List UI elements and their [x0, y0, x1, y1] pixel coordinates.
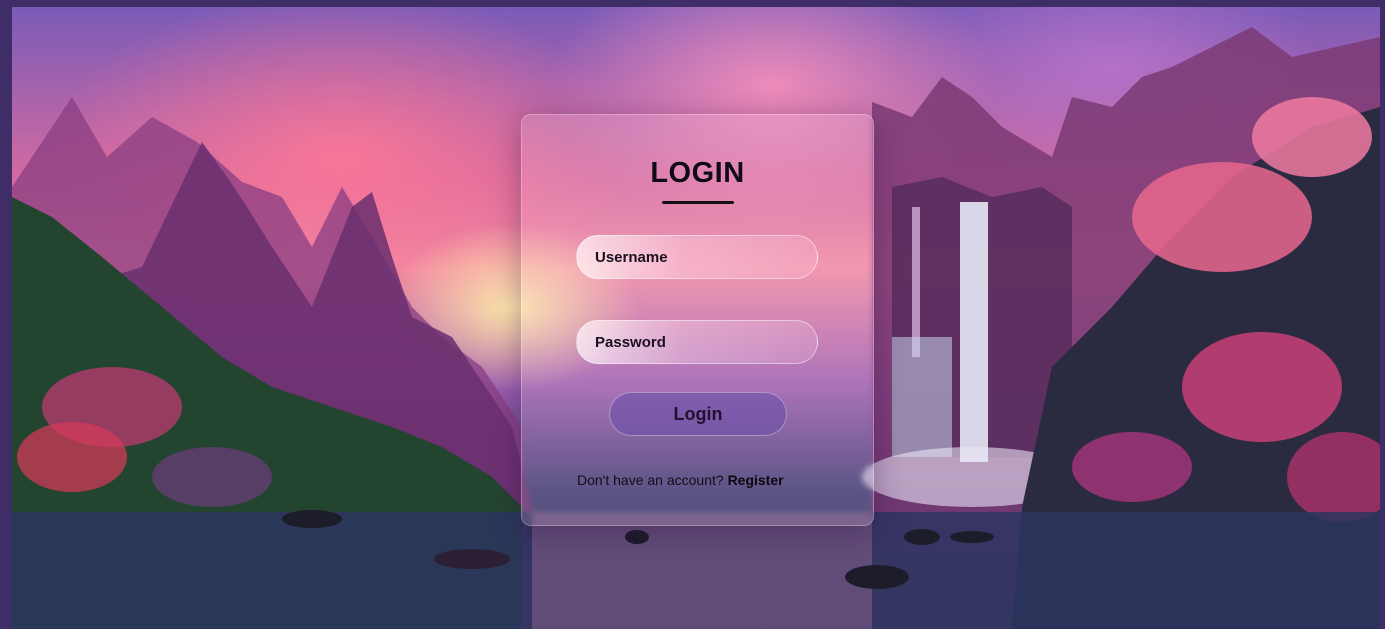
login-button[interactable]: Login [609, 392, 787, 436]
register-link[interactable]: Register [728, 472, 784, 488]
page-frame: LOGIN Login Don't have an account? Regis… [12, 7, 1380, 629]
title-underline [662, 201, 734, 204]
password-input[interactable] [576, 320, 818, 364]
login-card: LOGIN Login Don't have an account? Regis… [521, 114, 874, 526]
register-prompt-row: Don't have an account? Register [577, 472, 784, 488]
register-prompt-text: Don't have an account? [577, 472, 724, 488]
login-title: LOGIN [650, 157, 745, 189]
username-input[interactable] [576, 235, 818, 279]
